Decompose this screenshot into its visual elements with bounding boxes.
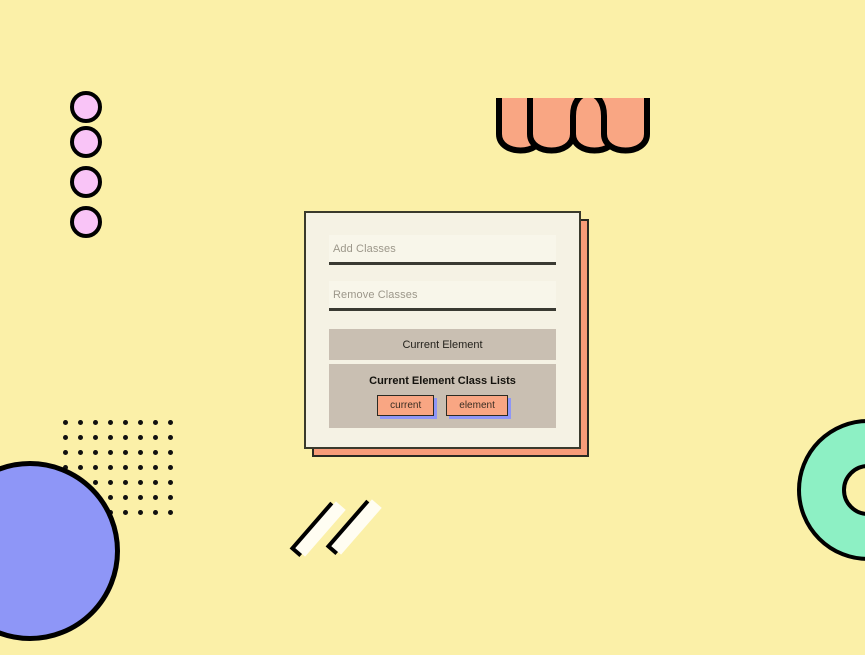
diagonal-bars	[289, 497, 388, 561]
remove-classes-placeholder: Remove Classes	[333, 288, 418, 301]
pink-circle-icon	[70, 206, 102, 238]
class-badge-current[interactable]: current	[377, 395, 435, 416]
add-classes-field[interactable]: Add Classes	[329, 235, 556, 265]
pink-circle-icon	[70, 166, 102, 198]
current-element-class-lists: Current Element Class Lists current elem…	[329, 364, 556, 428]
pink-circle-icon	[70, 126, 102, 158]
current-element-bar[interactable]: Current Element	[329, 329, 556, 360]
current-element-label: Current Element	[402, 338, 483, 351]
dot-grid	[63, 420, 183, 525]
class-badge-row: current element	[329, 395, 556, 416]
remove-classes-field[interactable]: Remove Classes	[329, 281, 556, 311]
class-lists-title: Current Element Class Lists	[369, 375, 516, 387]
diagonal-bar-icon	[325, 499, 382, 556]
class-badge-element[interactable]: element	[446, 395, 508, 416]
add-classes-placeholder: Add Classes	[333, 242, 396, 255]
green-ring-icon	[797, 419, 865, 561]
class-editor-card: Add Classes Remove Classes Current Eleme…	[304, 211, 581, 449]
blue-circle-icon	[0, 461, 120, 641]
diagonal-bar-icon	[289, 501, 346, 558]
pink-circle-icon	[70, 91, 102, 123]
orange-double-arch-icon	[494, 58, 652, 164]
